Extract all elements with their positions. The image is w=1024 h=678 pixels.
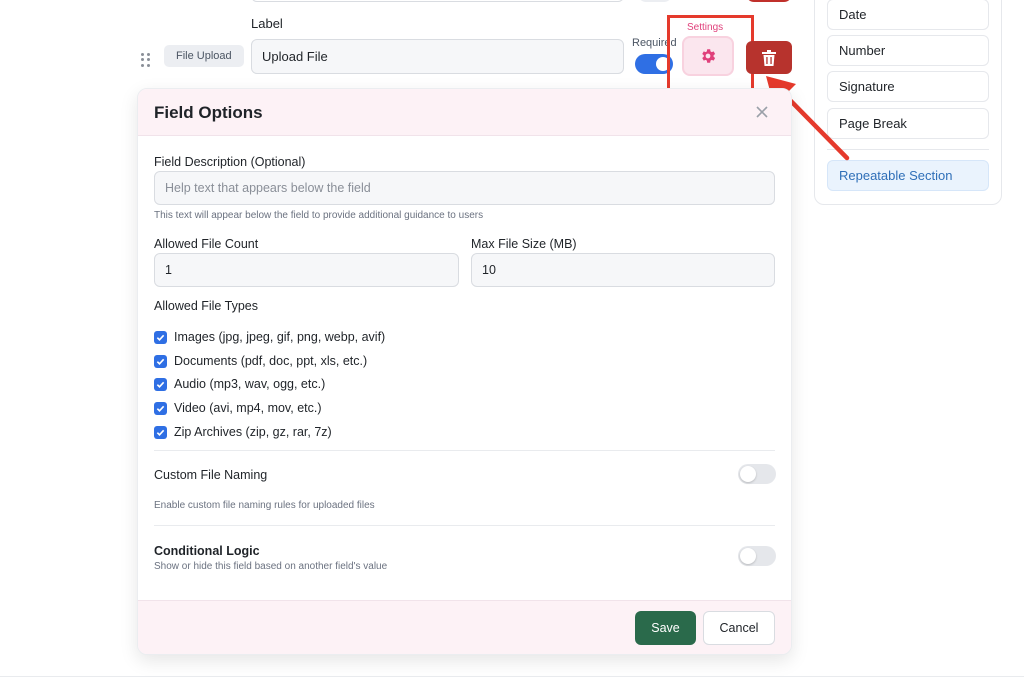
custom-naming-hint: Enable custom file naming rules for uplo… xyxy=(154,500,375,511)
file-type-video[interactable]: Video (avi, mp4, mov, etc.) xyxy=(154,400,322,416)
check-icon xyxy=(156,429,165,436)
page-bottom-divider xyxy=(0,676,1024,677)
previous-settings-button xyxy=(638,0,672,2)
checkbox-checked[interactable] xyxy=(154,377,167,391)
file-type-zip[interactable]: Zip Archives (zip, gz, rar, 7z) xyxy=(154,424,332,440)
check-icon xyxy=(156,381,165,388)
max-size-input[interactable] xyxy=(471,253,775,287)
label-caption: Label xyxy=(251,16,283,31)
trash-icon xyxy=(762,49,776,66)
file-type-label: Zip Archives (zip, gz, rar, 7z) xyxy=(174,425,332,439)
checkbox-checked[interactable] xyxy=(154,425,167,439)
file-type-documents[interactable]: Documents (pdf, doc, ppt, xls, etc.) xyxy=(154,353,367,369)
cancel-button[interactable]: Cancel xyxy=(703,611,775,645)
previous-delete-button xyxy=(746,0,792,2)
custom-naming-toggle[interactable] xyxy=(738,464,776,484)
save-button[interactable]: Save xyxy=(635,611,696,645)
description-input[interactable] xyxy=(154,171,775,205)
checkbox-checked[interactable] xyxy=(154,330,167,344)
modal-title: Field Options xyxy=(154,103,263,122)
settings-button[interactable] xyxy=(682,36,734,76)
description-label: Field Description (Optional) xyxy=(154,155,306,169)
modal-footer: Save Cancel xyxy=(138,600,791,654)
file-type-audio[interactable]: Audio (mp3, wav, ogg, etc.) xyxy=(154,376,325,392)
file-types-label: Allowed File Types xyxy=(154,299,258,313)
checkbox-checked[interactable] xyxy=(154,354,167,368)
custom-naming-label: Custom File Naming xyxy=(154,468,268,482)
close-icon[interactable] xyxy=(753,103,771,121)
check-icon xyxy=(156,358,165,365)
conditional-logic-label: Conditional Logic xyxy=(154,544,260,558)
file-count-label: Allowed File Count xyxy=(154,237,259,251)
previous-field-input xyxy=(251,0,624,2)
modal-header: Field Options xyxy=(138,89,791,136)
file-type-label: Images (jpg, jpeg, gif, png, webp, avif) xyxy=(174,330,386,344)
check-icon xyxy=(156,405,165,412)
file-type-label: Audio (mp3, wav, ogg, etc.) xyxy=(174,377,326,391)
file-count-input[interactable] xyxy=(154,253,459,287)
section-divider xyxy=(154,525,775,526)
description-hint: This text will appear below the field to… xyxy=(154,210,484,221)
conditional-logic-toggle[interactable] xyxy=(738,546,776,566)
check-icon xyxy=(156,334,165,341)
field-label-input[interactable] xyxy=(251,39,624,74)
section-divider xyxy=(154,450,775,451)
gear-icon xyxy=(702,49,716,63)
checkbox-checked[interactable] xyxy=(154,401,167,415)
palette-item-date[interactable]: Date xyxy=(827,0,989,30)
palette-item-number[interactable]: Number xyxy=(827,35,989,66)
field-type-chip: File Upload xyxy=(164,45,244,67)
file-type-label: Video (avi, mp4, mov, etc.) xyxy=(174,401,322,415)
file-type-label: Documents (pdf, doc, ppt, xls, etc.) xyxy=(174,354,368,368)
field-options-modal: Field Options Field Description (Optiona… xyxy=(137,88,792,655)
max-size-label: Max File Size (MB) xyxy=(471,237,577,251)
file-type-images[interactable]: Images (jpg, jpeg, gif, png, webp, avif) xyxy=(154,329,385,345)
drag-handle-icon[interactable] xyxy=(141,53,151,67)
conditional-logic-hint: Show or hide this field based on another… xyxy=(154,561,388,572)
settings-caption: Settings xyxy=(687,22,724,33)
